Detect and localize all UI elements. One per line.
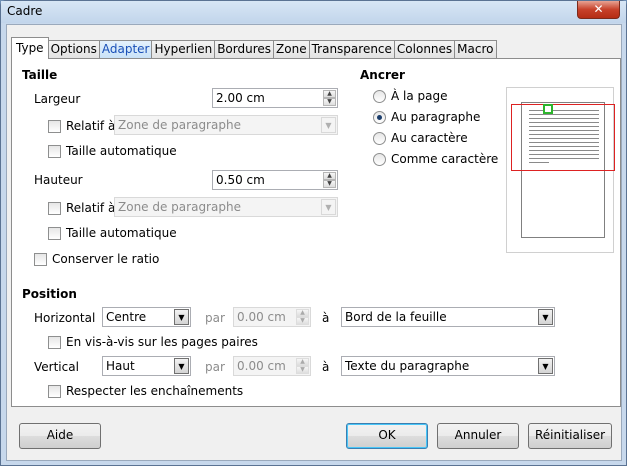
tab-options[interactable]: Options bbox=[47, 40, 100, 58]
dropdown-arrow-icon[interactable]: ▼ bbox=[321, 199, 336, 215]
height-relative-value: Zone de paragraphe bbox=[118, 200, 241, 214]
vertical-combo[interactable]: Haut ▼ bbox=[102, 356, 191, 376]
spin-up-icon[interactable]: ▲ bbox=[296, 309, 309, 317]
horizontal-to-label: à bbox=[322, 311, 330, 325]
width-relative-value: Zone de paragraphe bbox=[118, 118, 241, 132]
anchor-heading: Ancrer bbox=[360, 68, 405, 82]
horizontal-to-combo[interactable]: Bord de la feuille ▼ bbox=[341, 307, 555, 327]
spin-down-icon[interactable]: ▼ bbox=[323, 98, 336, 106]
horizontal-by-value: 0.00 cm bbox=[237, 310, 286, 324]
position-preview bbox=[506, 87, 615, 253]
spin-down-icon[interactable]: ▼ bbox=[296, 317, 309, 325]
vertical-to-value: Texte du paragraphe bbox=[345, 359, 470, 373]
height-auto-label: Taille automatique bbox=[66, 226, 177, 240]
width-auto-checkbox[interactable] bbox=[48, 145, 61, 158]
spin-up-icon[interactable]: ▲ bbox=[296, 358, 309, 366]
follow-flow-checkbox[interactable] bbox=[48, 385, 61, 398]
mirror-label: En vis-à-vis sur les pages paires bbox=[66, 335, 258, 349]
height-relative-label: Relatif à bbox=[66, 201, 116, 215]
vertical-by-value: 0.00 cm bbox=[237, 359, 286, 373]
keep-ratio-label: Conserver le ratio bbox=[52, 252, 160, 266]
frame-marker bbox=[543, 104, 553, 114]
title-bar: Cadre ✕ bbox=[1, 1, 626, 23]
width-spinfield[interactable]: 2.00 cm ▲ ▼ bbox=[212, 88, 338, 108]
tab-hyperlink[interactable]: Hyperlien bbox=[151, 40, 216, 58]
dialog-client: Type Options Adapter Hyperlien Bordures … bbox=[6, 24, 622, 461]
horizontal-value: Centre bbox=[106, 310, 147, 324]
width-relative-checkbox[interactable] bbox=[48, 120, 61, 133]
spin-up-icon[interactable]: ▲ bbox=[323, 172, 336, 180]
spin-down-icon[interactable]: ▼ bbox=[323, 180, 336, 188]
dialog-window: Cadre ✕ Type Options Adapter Hyperlien B… bbox=[0, 0, 627, 466]
height-auto-checkbox[interactable] bbox=[48, 227, 61, 240]
keep-ratio-checkbox[interactable] bbox=[34, 253, 47, 266]
vertical-by-spinfield[interactable]: 0.00 cm ▲ ▼ bbox=[233, 356, 311, 376]
anchor-character-label: Au caractère bbox=[391, 131, 468, 145]
position-heading: Position bbox=[22, 287, 77, 301]
height-label: Hauteur bbox=[34, 173, 83, 187]
spin-up-icon[interactable]: ▲ bbox=[323, 90, 336, 98]
horizontal-by-spinfield[interactable]: 0.00 cm ▲ ▼ bbox=[233, 307, 311, 327]
help-button[interactable]: Aide bbox=[19, 423, 101, 449]
anchor-page-radio[interactable] bbox=[373, 90, 386, 103]
anchor-paragraph-radio[interactable] bbox=[373, 111, 386, 124]
dropdown-arrow-icon[interactable]: ▼ bbox=[174, 358, 189, 374]
width-relative-combo[interactable]: Zone de paragraphe ▼ bbox=[114, 115, 338, 135]
width-auto-label: Taille automatique bbox=[66, 144, 177, 158]
horizontal-to-value: Bord de la feuille bbox=[345, 310, 447, 324]
tab-bar: Type Options Adapter Hyperlien Bordures … bbox=[11, 37, 497, 59]
height-relative-combo[interactable]: Zone de paragraphe ▼ bbox=[114, 197, 338, 217]
tab-borders[interactable]: Bordures bbox=[214, 40, 275, 58]
size-heading: Taille bbox=[22, 68, 58, 82]
anchor-page-label: À la page bbox=[391, 89, 448, 103]
anchor-as-character-radio[interactable] bbox=[373, 153, 386, 166]
vertical-to-label: à bbox=[322, 360, 330, 374]
tab-type[interactable]: Type bbox=[11, 37, 49, 59]
horizontal-combo[interactable]: Centre ▼ bbox=[102, 307, 191, 327]
dropdown-arrow-icon[interactable]: ▼ bbox=[538, 358, 553, 374]
anchor-as-character-label: Comme caractère bbox=[391, 152, 499, 166]
width-label: Largeur bbox=[34, 92, 81, 106]
tab-columns[interactable]: Colonnes bbox=[393, 40, 456, 58]
anchor-paragraph-label: Au paragraphe bbox=[391, 110, 481, 124]
close-icon[interactable]: ✕ bbox=[577, 1, 620, 19]
vertical-by-label: par bbox=[205, 360, 225, 374]
tab-area[interactable]: Zone bbox=[273, 40, 310, 58]
tab-panel-type: Taille Largeur 2.00 cm ▲ ▼ Relatif à Zone… bbox=[11, 58, 621, 407]
window-title: Cadre bbox=[7, 4, 43, 18]
vertical-value: Haut bbox=[106, 359, 135, 373]
ok-button[interactable]: OK bbox=[346, 423, 428, 449]
follow-flow-label: Respecter les enchaînements bbox=[66, 384, 244, 398]
height-relative-checkbox[interactable] bbox=[48, 202, 61, 215]
height-value: 0.50 cm bbox=[216, 173, 265, 187]
anchor-character-radio[interactable] bbox=[373, 132, 386, 145]
vertical-to-combo[interactable]: Texte du paragraphe ▼ bbox=[341, 356, 555, 376]
anchor-area-outline bbox=[511, 104, 615, 171]
dropdown-arrow-icon[interactable]: ▼ bbox=[321, 117, 336, 133]
cancel-button[interactable]: Annuler bbox=[437, 423, 519, 449]
dropdown-arrow-icon[interactable]: ▼ bbox=[538, 309, 553, 325]
mirror-checkbox[interactable] bbox=[48, 336, 61, 349]
width-value: 2.00 cm bbox=[216, 91, 265, 105]
tab-adapter[interactable]: Adapter bbox=[98, 40, 153, 58]
spin-down-icon[interactable]: ▼ bbox=[296, 366, 309, 374]
tab-macro[interactable]: Macro bbox=[454, 40, 497, 58]
reset-button[interactable]: Réinitialiser bbox=[528, 423, 612, 449]
tab-transparency[interactable]: Transparence bbox=[308, 40, 395, 58]
horizontal-label: Horizontal bbox=[34, 311, 96, 325]
horizontal-by-label: par bbox=[205, 311, 225, 325]
vertical-label: Vertical bbox=[34, 360, 79, 374]
width-relative-label: Relatif à bbox=[66, 119, 116, 133]
dropdown-arrow-icon[interactable]: ▼ bbox=[174, 309, 189, 325]
height-spinfield[interactable]: 0.50 cm ▲ ▼ bbox=[212, 170, 338, 190]
